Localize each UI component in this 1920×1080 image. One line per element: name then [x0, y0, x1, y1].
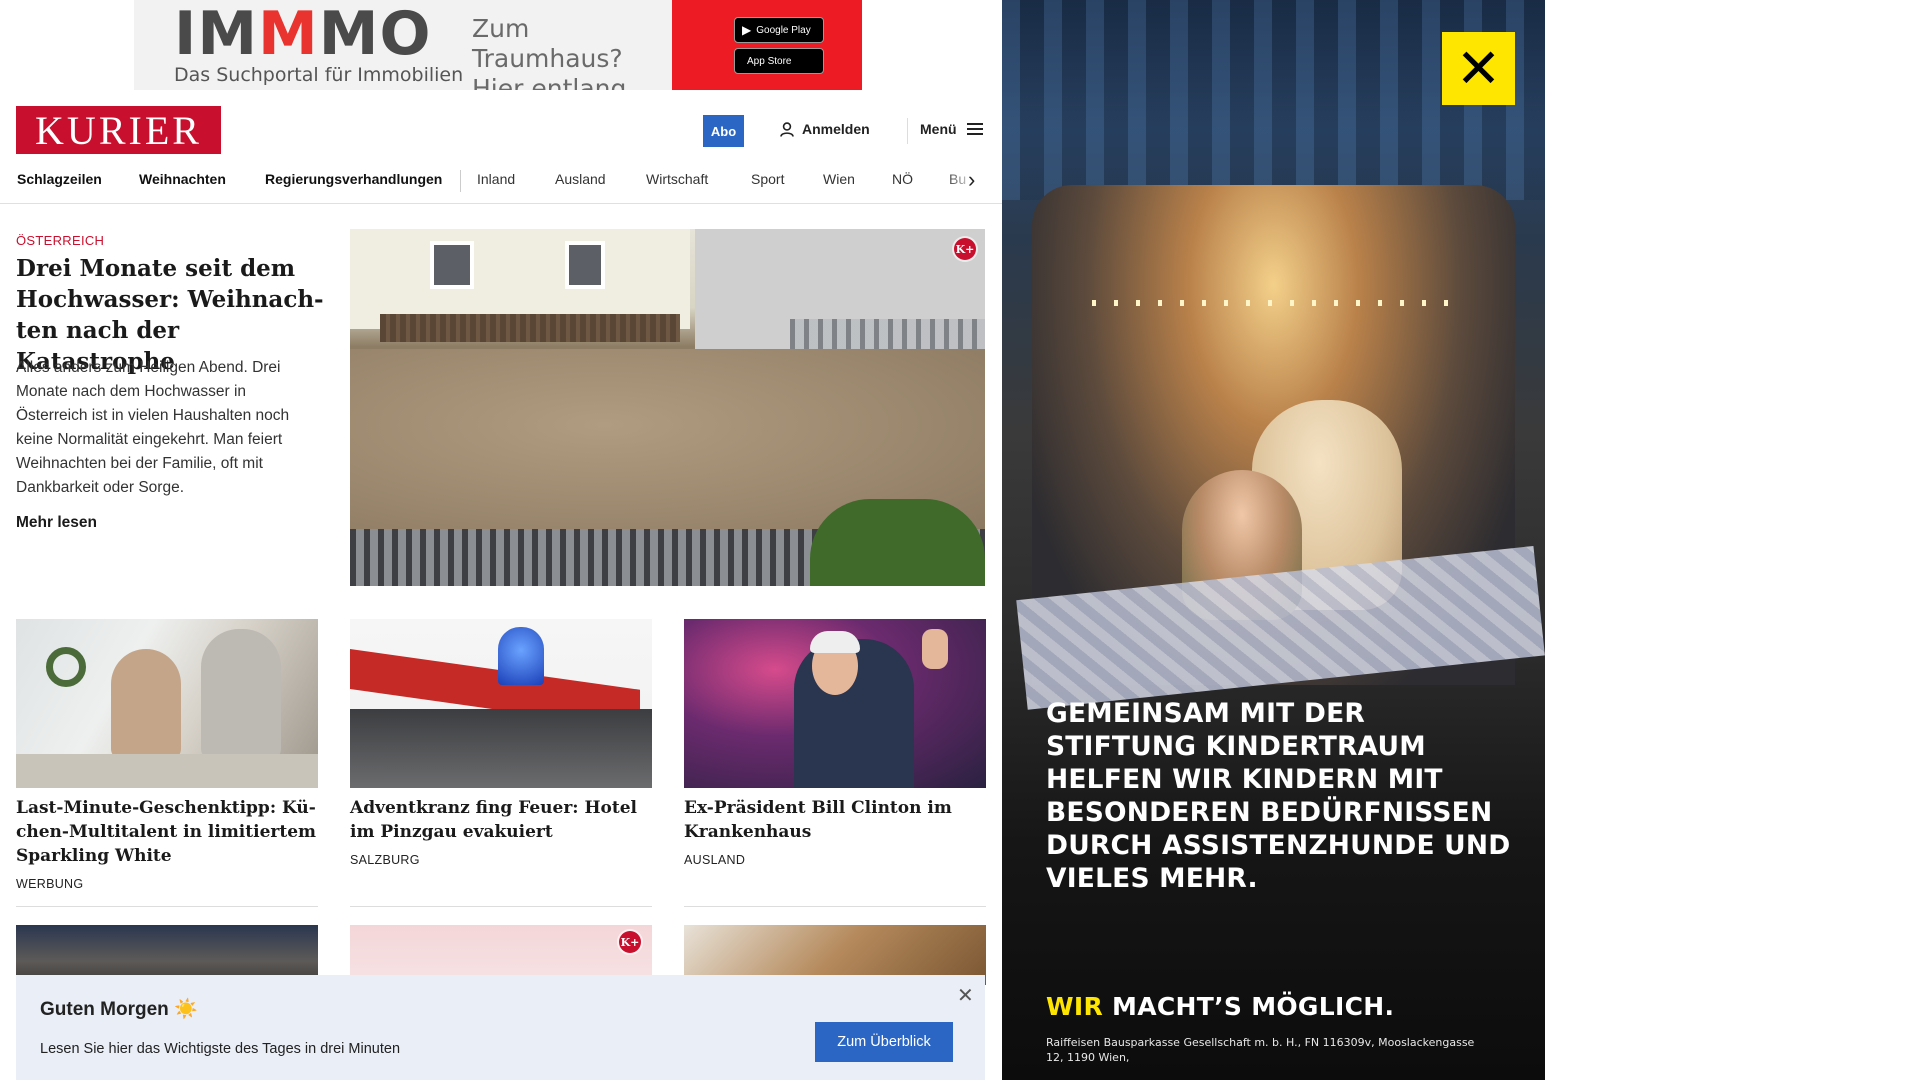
card-title[interactable]: Ex-Präsident Bill Clinton im Krankenhaus [684, 796, 986, 844]
nav-item-sport[interactable]: Sport [751, 160, 784, 203]
login-label: Anmelden [802, 121, 870, 137]
side-ad-raiffeisen[interactable]: ✕ GEMEINSAM MIT DER STIFTUNG KINDERTRAUM… [1002, 0, 1545, 1080]
card-divider [16, 906, 318, 907]
nav-divider [460, 170, 461, 192]
nav-item-inland[interactable]: Inland [477, 160, 515, 203]
nav-item-ausland[interactable]: Ausland [555, 160, 606, 203]
raiffeisen-logo-icon: ✕ [1442, 32, 1515, 105]
image-blue-light [498, 627, 544, 685]
lead-kicker: ÖSTERREICH [16, 233, 105, 248]
close-icon[interactable]: ✕ [957, 983, 974, 1008]
read-more-link[interactable]: Mehr lesen [16, 514, 97, 532]
card-tag: WERBUNG [16, 877, 84, 891]
ad-slogan: Zum Traumhaus? Hier entlang. [472, 14, 635, 90]
image-bush [810, 499, 985, 586]
image-person [111, 649, 181, 759]
lead-image-flood[interactable]: K+ [350, 229, 985, 586]
ad-right-panel: ▶ Google Play App Store [672, 0, 862, 90]
newsletter-text: Lesen Sie hier das Wichtigste des Tages … [40, 1041, 401, 1057]
image-counter [16, 754, 318, 788]
overview-button[interactable]: Zum Überblick [815, 1022, 953, 1062]
card-image-fire-truck[interactable] [350, 619, 652, 788]
card-image-clinton[interactable] [684, 619, 986, 788]
card-tag: SALZBURG [350, 853, 420, 867]
image-hair [810, 631, 860, 653]
ad-left-panel: IMMMO Das Suchportal für Immobilien Zum … [134, 0, 672, 90]
main-nav: Schlagzeilen Weihnachten Regierungsverha… [0, 160, 1002, 204]
side-ad-legal: Raiffeisen Bausparkasse Gesellschaft m. … [1046, 1036, 1475, 1064]
card-tag: AUSLAND [684, 853, 746, 867]
top-ad-banner[interactable]: IMMMO Das Suchportal für Immobilien Zum … [134, 0, 862, 90]
image-truck-window [350, 709, 652, 788]
user-icon [780, 121, 794, 137]
card-title[interactable]: Adventkranz fing Feuer: Hotel im Pinzgau… [350, 796, 652, 844]
image-fairy-lights [1092, 300, 1452, 306]
image-wreath [46, 647, 86, 687]
menu-label: Menü [920, 121, 957, 137]
menu-button[interactable]: Menü [920, 121, 983, 137]
ad-tagline: Das Suchportal für Immobilien [174, 64, 464, 86]
header-divider [907, 118, 908, 144]
side-ad-headline: GEMEINSAM MIT DER STIFTUNG KINDERTRAUM H… [1046, 698, 1511, 894]
card-image-kitchen[interactable] [16, 619, 318, 788]
image-hand [922, 629, 948, 669]
kplus-badge-icon: K+ [954, 238, 976, 260]
app-store-badge[interactable]: App Store [734, 48, 824, 74]
image-person [201, 629, 281, 759]
hamburger-icon [966, 123, 983, 135]
image-fence [380, 314, 680, 342]
image-window [430, 241, 474, 289]
nav-item-wien[interactable]: Wien [823, 160, 855, 203]
kurier-logo[interactable]: KURIER [16, 106, 221, 154]
nav-item-schlagzeilen[interactable]: Schlagzeilen [17, 160, 102, 203]
newsletter-title: Guten Morgen ☀️ [40, 999, 198, 1020]
card-divider [684, 906, 986, 907]
abo-button[interactable]: Abo [703, 115, 744, 147]
card-title[interactable]: Last-Minute-Geschenktipp: Kü­chen-Multit… [16, 796, 318, 868]
kplus-badge-icon: K+ [619, 931, 641, 953]
google-play-icon: ▶ [742, 23, 752, 37]
lead-teaser[interactable]: Alles anders zum Heiligen Abend. Drei Mo… [16, 356, 306, 500]
login-link[interactable]: Anmelden [780, 121, 870, 137]
image-window [565, 241, 605, 289]
nav-item-weihnachten[interactable]: Weihnachten [139, 160, 226, 203]
nav-item-regierungsverhandlungen[interactable]: Regierungsverhandlungen [265, 160, 442, 203]
google-play-badge[interactable]: ▶ Google Play [734, 17, 824, 43]
nav-item-wirtschaft[interactable]: Wirtschaft [646, 160, 708, 203]
nav-item-noe[interactable]: NÖ [892, 160, 913, 203]
card-divider [350, 906, 652, 907]
ad-brand-logo: IMMMO [174, 0, 432, 69]
side-ad-claim: WIR MACHT’S MÖGLICH. [1046, 992, 1395, 1021]
newsletter-bar: Guten Morgen ☀️ Lesen Sie hier das Wicht… [16, 975, 985, 1080]
chevron-right-icon[interactable]: › [968, 169, 975, 191]
